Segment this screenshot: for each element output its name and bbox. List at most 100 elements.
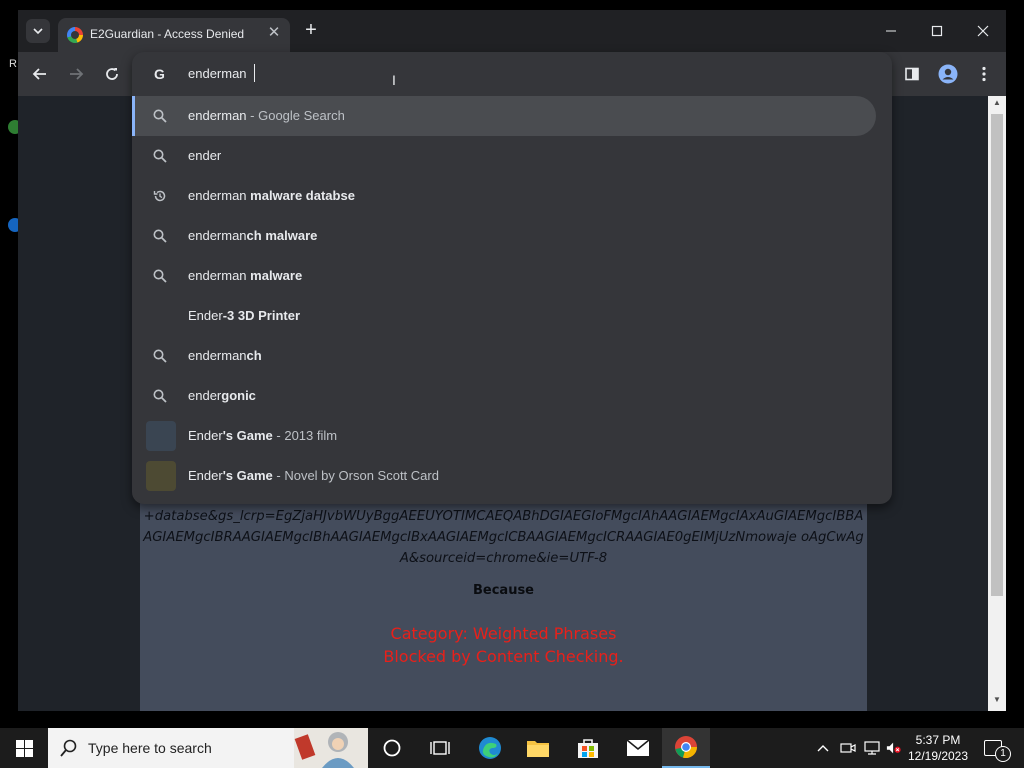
reload-button[interactable] [102, 64, 122, 84]
search-icon [152, 228, 168, 244]
cortana-button[interactable] [368, 728, 416, 768]
suggestion-typed-part: enderman [188, 228, 247, 243]
clock-time: 5:37 PM [915, 733, 961, 747]
tab-search-button[interactable] [26, 19, 50, 43]
start-button[interactable] [0, 728, 48, 768]
edge-taskbar-button[interactable] [466, 728, 514, 768]
new-tab-button[interactable]: + [300, 20, 322, 42]
tab-close-icon[interactable]: ✕ [266, 25, 282, 41]
back-button[interactable] [30, 64, 50, 84]
movie-thumbnail [146, 421, 176, 451]
suggestion-description: - Google Search [246, 108, 345, 123]
omnibox-suggestion[interactable]: enderman malware [132, 256, 876, 296]
omnibox-suggestion[interactable]: Ender's Game - Novel by Orson Scott Card [132, 456, 876, 496]
meet-now-icon[interactable] [840, 740, 856, 756]
search-icon [152, 388, 168, 404]
folder-icon [527, 741, 549, 757]
omnibox-suggestion[interactable]: Ender-3 3D Printer [132, 296, 876, 336]
tray-overflow-chevron-icon[interactable] [815, 740, 831, 756]
arrow-right-icon [70, 68, 84, 80]
omnibox-dropdown: G enderman I enderman - Google Search end… [132, 52, 892, 504]
close-window-button[interactable] [968, 18, 998, 44]
google-g-icon: G [154, 66, 165, 82]
notification-count-badge: 1 [995, 746, 1011, 762]
scroll-down-arrow-icon[interactable]: ▼ [988, 695, 1006, 707]
suggestion-text: endermanch [188, 348, 262, 363]
suggestion-completion: malware [250, 268, 303, 283]
cortana-circle-icon [383, 739, 401, 757]
suggestion-completion: -3 3D Printer [222, 308, 301, 323]
suggestion-typed-part: enderman [188, 108, 247, 123]
menu-button[interactable] [974, 64, 994, 84]
suggestion-completion: gonic [221, 388, 256, 403]
suggestion-completion: 's Game [222, 468, 273, 483]
task-view-icon [430, 741, 450, 755]
edge-icon [479, 737, 501, 759]
search-icon [152, 268, 168, 284]
side-panel-icon [905, 67, 919, 81]
taskbar-clock[interactable]: 5:37 PM 12/19/2023 [906, 732, 970, 764]
omnibox-suggestion[interactable]: Ender's Game - 2013 film [132, 416, 876, 456]
suggestion-text: enderman malware [188, 268, 302, 283]
chrome-icon [675, 736, 697, 759]
because-label: Because [472, 583, 534, 598]
scroll-up-arrow-icon[interactable]: ▲ [988, 98, 1006, 110]
scrollbar-thumb[interactable] [991, 114, 1003, 596]
chrome-taskbar-button[interactable] [662, 728, 710, 768]
network-icon[interactable] [864, 740, 880, 756]
suggestion-completion: ch malware [246, 228, 318, 243]
suggestion-text: Ender's Game - 2013 film [188, 428, 337, 443]
volume-muted-icon[interactable] [886, 740, 902, 756]
omnibox-suggestion[interactable]: endermanch malware [132, 216, 876, 256]
ibeam-cursor-icon: I [392, 72, 396, 88]
windows-logo-icon [15, 739, 33, 757]
suggestion-typed-part: Ender [188, 308, 223, 323]
omnibox-suggestion[interactable]: ender [132, 136, 876, 176]
suggestion-typed-part: enderman [188, 348, 247, 363]
close-icon [977, 25, 989, 37]
search-placeholder: Type here to search [88, 740, 212, 756]
suggestion-text: endergonic [188, 388, 256, 403]
suggestion-text: ender [188, 148, 221, 163]
google-favicon-icon [67, 27, 83, 43]
tab-strip: E2Guardian - Access Denied ✕ + [18, 10, 1006, 52]
tab-title: E2Guardian - Access Denied [90, 27, 245, 41]
omnibox-suggestion[interactable]: endermanch [132, 336, 876, 376]
tab-active[interactable]: E2Guardian - Access Denied ✕ [58, 18, 290, 52]
address-bar-input[interactable]: enderman [188, 66, 247, 81]
suggestion-completion: ch [246, 348, 262, 363]
store-taskbar-button[interactable] [564, 728, 612, 768]
side-panel-button[interactable] [902, 64, 922, 84]
suggestion-typed-part: enderman [188, 188, 251, 203]
page-scrollbar[interactable]: ▲ ▼ [988, 96, 1006, 711]
suggestion-typed-part: ender [188, 388, 222, 403]
suggestion-completion: malware databse [250, 188, 355, 203]
reload-icon [106, 68, 118, 80]
taskbar-search-box[interactable]: Type here to search [48, 728, 368, 768]
mail-taskbar-button[interactable] [614, 728, 662, 768]
reason-detail: Blocked by Content Checking. [383, 647, 624, 666]
account-icon [938, 64, 958, 84]
blocked-url-text: +databse&gs_lcrp=EgZjaHJvbWUyBggAEEUYOTI… [143, 509, 864, 566]
forward-button[interactable] [66, 64, 86, 84]
omnibox-suggestion[interactable]: enderman malware databse [132, 176, 876, 216]
task-view-button[interactable] [416, 728, 464, 768]
omnibox-suggestion[interactable]: enderman - Google Search [132, 96, 876, 136]
windows-taskbar: Type here to search 5:37 PM 12/19/2023 1 [0, 728, 1024, 768]
suggestion-typed-part: enderman [188, 268, 251, 283]
file-explorer-taskbar-button[interactable] [514, 728, 562, 768]
suggestion-completion: 's Game [222, 428, 273, 443]
suggestion-description: - 2013 film [272, 428, 338, 443]
minimize-button[interactable] [876, 18, 906, 44]
text-caret [254, 64, 255, 82]
suggestion-text: Ender's Game - Novel by Orson Scott Card [188, 468, 439, 483]
suggestion-text: enderman malware databse [188, 188, 355, 203]
search-highlight-illustration-icon [294, 728, 368, 768]
omnibox-suggestion[interactable]: endergonic [132, 376, 876, 416]
maximize-button[interactable] [922, 18, 952, 44]
book-thumbnail [146, 461, 176, 491]
reason-category: Category: Weighted Phrases [390, 624, 617, 643]
profile-button[interactable] [938, 64, 958, 84]
maximize-icon [931, 25, 943, 37]
chrome-window: E2Guardian - Access Denied ✕ + +databse&… [18, 10, 1006, 711]
